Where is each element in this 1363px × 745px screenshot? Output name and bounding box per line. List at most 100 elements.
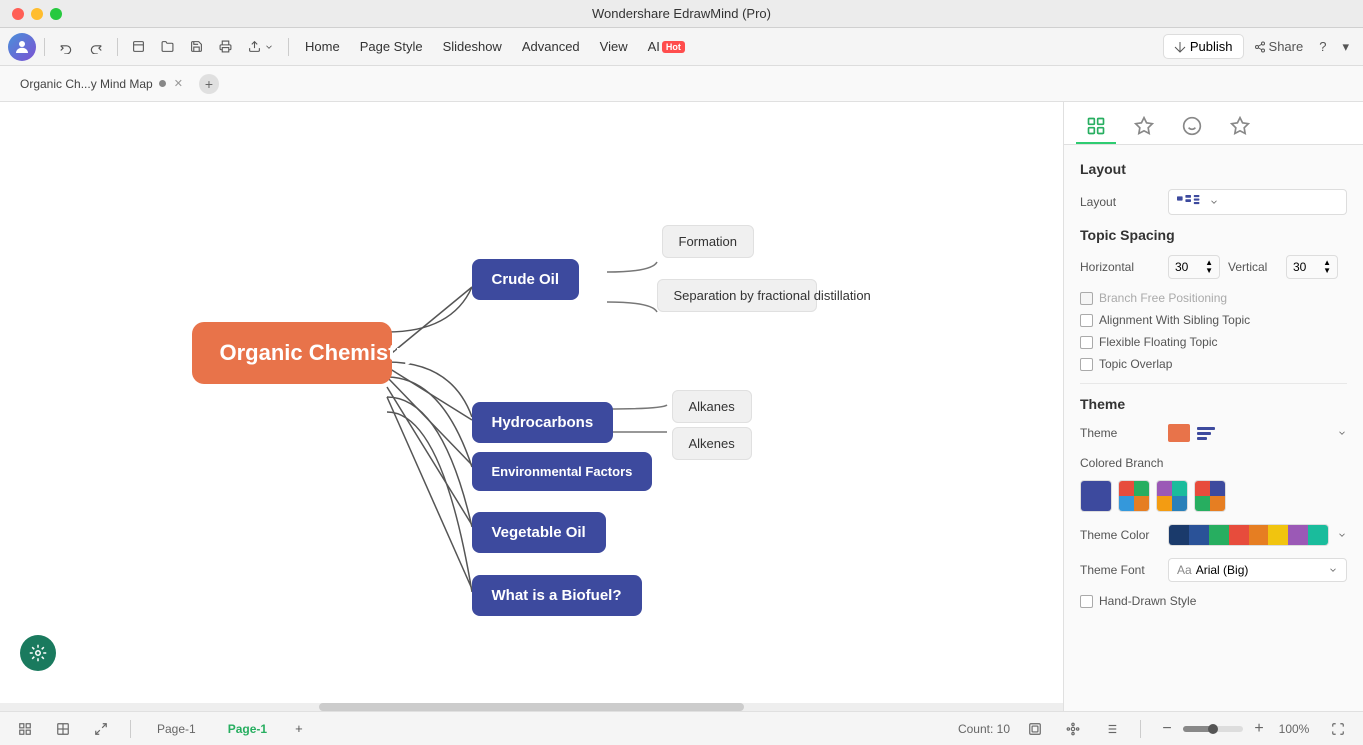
- theme-row: Theme: [1080, 424, 1347, 442]
- cb-option-1[interactable]: [1080, 480, 1112, 512]
- branch-node-biofuel[interactable]: What is a Biofuel?: [472, 575, 642, 616]
- overview-btn[interactable]: [1022, 718, 1048, 740]
- alignment-sibling-label: Alignment With Sibling Topic: [1099, 313, 1250, 327]
- main-area: Organic Chemistry Crude Oil Formation Se…: [0, 102, 1363, 711]
- help-button[interactable]: ?: [1313, 35, 1332, 58]
- redo-button[interactable]: [83, 36, 109, 58]
- zoom-level: 100%: [1275, 722, 1313, 736]
- page-1-tab[interactable]: Page-1: [147, 718, 206, 740]
- leaf-node-formation[interactable]: Formation: [662, 225, 755, 258]
- cb-option-2[interactable]: [1118, 480, 1150, 512]
- flexible-floating-label: Flexible Floating Topic: [1099, 335, 1218, 349]
- theme-dropdown[interactable]: [1168, 424, 1347, 442]
- leaf-node-alkanes[interactable]: Alkanes: [672, 390, 752, 423]
- layout-row: Layout: [1080, 189, 1347, 215]
- menu-ai[interactable]: AI Hot: [640, 35, 693, 58]
- add-tab-button[interactable]: +: [199, 74, 219, 94]
- h-scrollbar[interactable]: [0, 703, 1063, 711]
- export-button[interactable]: [242, 36, 280, 57]
- theme-font-value: Arial (Big): [1196, 563, 1249, 577]
- panel-tab-style[interactable]: [1220, 110, 1260, 144]
- colored-branch-options: [1080, 480, 1347, 512]
- publish-button[interactable]: Publish: [1163, 34, 1244, 59]
- layout-dropdown[interactable]: [1168, 189, 1347, 215]
- menu-page-style[interactable]: Page Style: [352, 35, 431, 58]
- undo-button[interactable]: [53, 36, 79, 58]
- panel-tab-layout[interactable]: [1076, 110, 1116, 144]
- h-down-arrow[interactable]: ▼: [1205, 267, 1213, 275]
- traffic-lights: [12, 8, 62, 20]
- save-button[interactable]: [184, 36, 209, 57]
- outline-view-btn[interactable]: [1098, 718, 1124, 740]
- tab-label: Organic Ch...y Mind Map: [20, 77, 153, 91]
- canvas[interactable]: Organic Chemistry Crude Oil Formation Se…: [0, 102, 1063, 711]
- v-down-arrow[interactable]: ▼: [1323, 267, 1331, 275]
- theme-font-select[interactable]: Aa Arial (Big): [1168, 558, 1347, 582]
- leaf-node-separation[interactable]: Separation by fractional distillation: [657, 279, 817, 312]
- branch-node-environmental[interactable]: Environmental Factors: [472, 452, 653, 491]
- root-node[interactable]: Organic Chemistry: [192, 322, 392, 384]
- tab-modified-indicator: [159, 80, 166, 87]
- close-button[interactable]: [12, 8, 24, 20]
- branch-node-hydrocarbons[interactable]: Hydrocarbons: [472, 402, 614, 443]
- maximize-button[interactable]: [50, 8, 62, 20]
- zoom-controls: − + 100%: [1157, 719, 1313, 739]
- sep-zoom: [1140, 720, 1141, 738]
- fullscreen-btn[interactable]: [88, 718, 114, 740]
- zoom-slider[interactable]: [1183, 726, 1243, 732]
- mindmap-view-btn[interactable]: [1060, 718, 1086, 740]
- theme-color-bar[interactable]: [1168, 524, 1329, 546]
- branch-node-vegetable-oil[interactable]: Vegetable Oil: [472, 512, 606, 553]
- grid-view-btn[interactable]: [50, 718, 76, 740]
- page-1-active-tab[interactable]: Page-1: [218, 718, 277, 740]
- layout-section-title: Layout: [1080, 161, 1347, 177]
- hand-drawn-label: Hand-Drawn Style: [1099, 594, 1196, 608]
- font-icon: Aa: [1177, 563, 1192, 577]
- share-button[interactable]: Share: [1248, 35, 1310, 58]
- topic-spacing-title: Topic Spacing: [1080, 227, 1347, 243]
- menu-advanced[interactable]: Advanced: [514, 35, 588, 58]
- add-page-btn[interactable]: +: [289, 717, 309, 740]
- cb-option-4[interactable]: [1194, 480, 1226, 512]
- zoom-in-btn[interactable]: +: [1249, 719, 1269, 739]
- separator2: [117, 38, 118, 56]
- ai-float-button[interactable]: [20, 635, 56, 671]
- new-tab-button[interactable]: [126, 36, 151, 57]
- horizontal-spinner[interactable]: 30 ▲ ▼: [1168, 255, 1220, 279]
- menu-slideshow[interactable]: Slideshow: [435, 35, 510, 58]
- panel-tabs: [1064, 102, 1363, 145]
- hand-drawn-checkbox[interactable]: [1080, 595, 1093, 608]
- branch-free-checkbox[interactable]: [1080, 292, 1093, 305]
- open-button[interactable]: [155, 36, 180, 57]
- more-button[interactable]: ▾: [1336, 35, 1355, 59]
- title-bar: Wondershare EdrawMind (Pro): [0, 0, 1363, 28]
- fit-screen-btn[interactable]: [1325, 718, 1351, 740]
- print-button[interactable]: [213, 36, 238, 57]
- tab-bar: Organic Ch...y Mind Map ✕ +: [0, 66, 1363, 102]
- minimize-button[interactable]: [31, 8, 43, 20]
- tab-close-icon[interactable]: ✕: [174, 77, 183, 90]
- menu-view[interactable]: View: [592, 35, 636, 58]
- panel-tab-ai[interactable]: [1124, 110, 1164, 144]
- topic-overlap-checkbox[interactable]: [1080, 358, 1093, 371]
- tab-organic-chemistry[interactable]: Organic Ch...y Mind Map ✕: [12, 66, 191, 101]
- zoom-out-btn[interactable]: −: [1157, 719, 1177, 739]
- layout-label: Layout: [1080, 195, 1160, 209]
- vertical-spinner[interactable]: 30 ▲ ▼: [1286, 255, 1338, 279]
- theme-font-label: Theme Font: [1080, 563, 1160, 577]
- panel-tab-face[interactable]: [1172, 110, 1212, 144]
- hand-drawn-row: Hand-Drawn Style: [1080, 594, 1347, 608]
- user-avatar[interactable]: [8, 33, 36, 61]
- menu-home[interactable]: Home: [297, 35, 348, 58]
- fit-page-btn[interactable]: [12, 718, 38, 740]
- topic-overlap-row: Topic Overlap: [1080, 357, 1347, 371]
- h-scrollbar-thumb[interactable]: [319, 703, 744, 711]
- leaf-node-alkenes[interactable]: Alkenes: [672, 427, 752, 460]
- zoom-thumb[interactable]: [1208, 724, 1218, 734]
- horizontal-label: Horizontal: [1080, 260, 1160, 274]
- branch-node-crude-oil[interactable]: Crude Oil: [472, 259, 580, 300]
- flexible-floating-checkbox[interactable]: [1080, 336, 1093, 349]
- alignment-sibling-checkbox[interactable]: [1080, 314, 1093, 327]
- cb-option-3[interactable]: [1156, 480, 1188, 512]
- flexible-floating-row: Flexible Floating Topic: [1080, 335, 1347, 349]
